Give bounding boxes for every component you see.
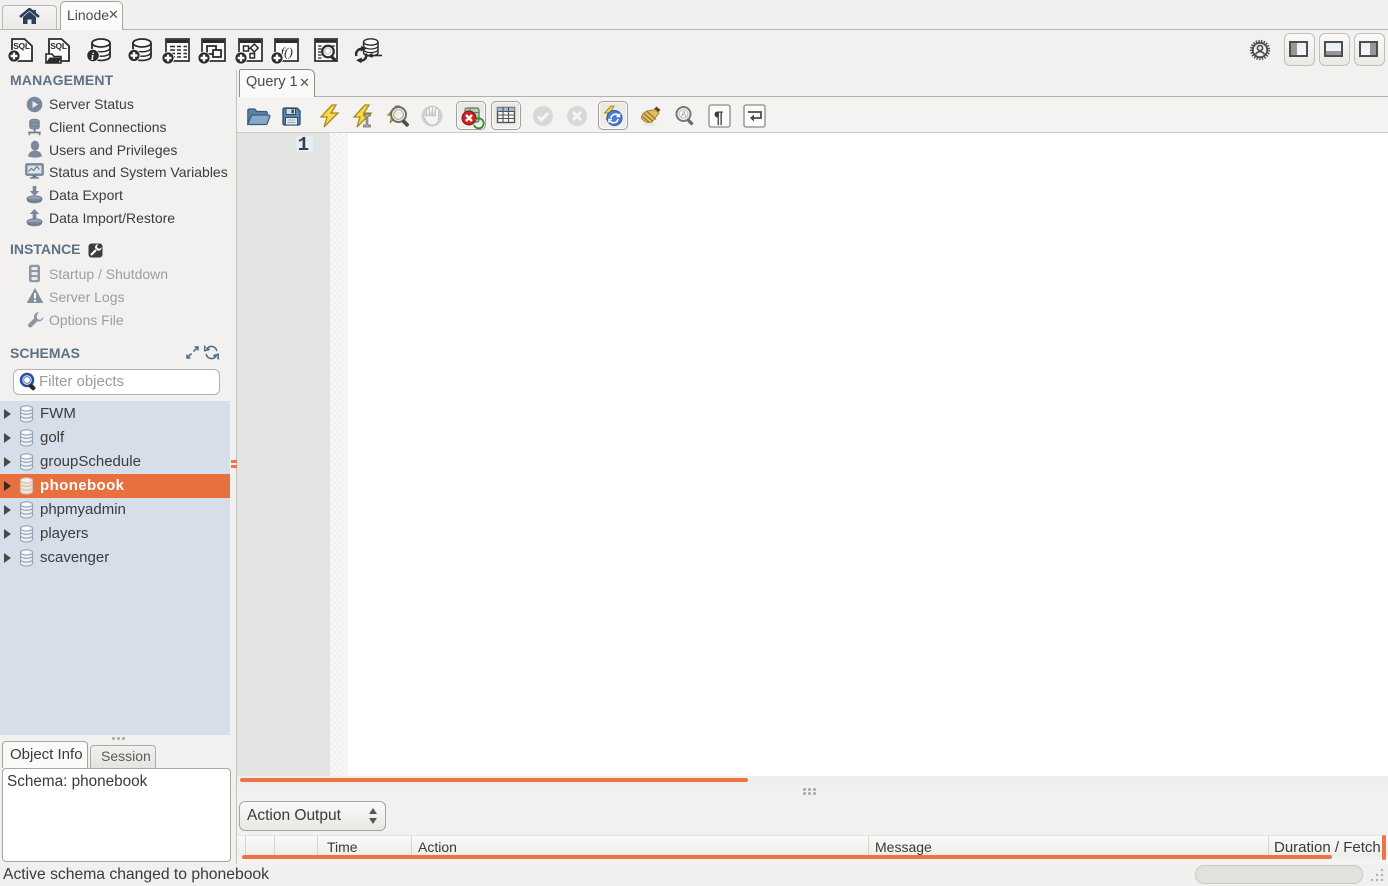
svg-text:¶: ¶ xyxy=(714,108,723,127)
svg-text:A: A xyxy=(681,110,687,119)
